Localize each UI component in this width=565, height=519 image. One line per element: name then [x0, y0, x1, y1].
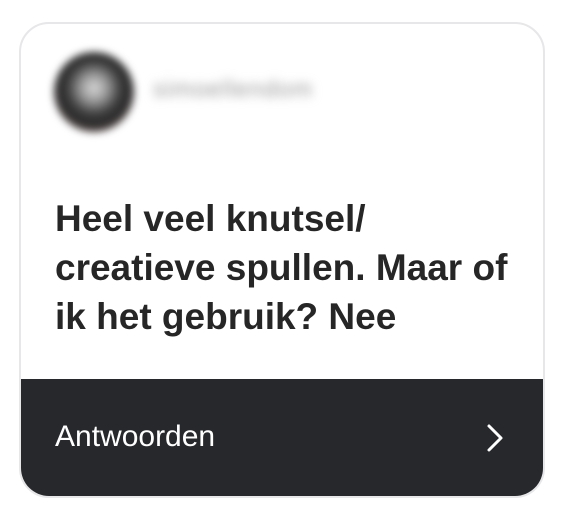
question-response-card: simoellendom Heel veel knutsel/ creatiev… — [19, 22, 545, 498]
answer-button[interactable]: Antwoorden — [21, 379, 543, 496]
username[interactable]: simoellendom — [153, 76, 313, 104]
chevron-right-icon — [487, 424, 503, 452]
card-header: simoellendom — [21, 24, 543, 164]
question-text: Heel veel knutsel/ creatieve spullen. Ma… — [55, 198, 508, 337]
answer-button-label: Antwoorden — [55, 420, 216, 453]
avatar[interactable] — [54, 52, 134, 132]
